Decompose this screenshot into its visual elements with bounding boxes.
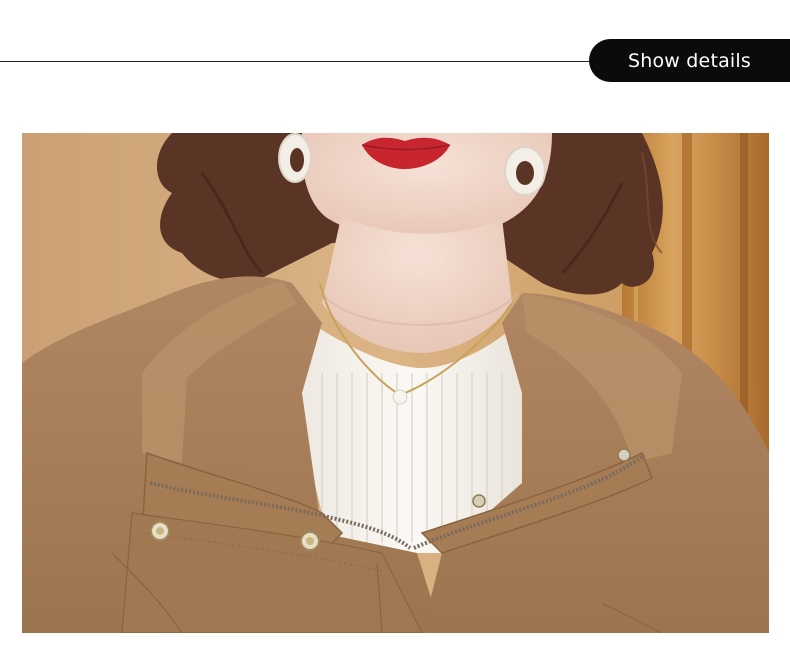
product-photo (22, 133, 769, 633)
product-photo-illustration (22, 133, 769, 633)
pearl-pendant (392, 389, 408, 405)
right-earring (504, 146, 546, 196)
show-details-button[interactable]: Show details (589, 39, 790, 82)
snap-button (472, 494, 486, 508)
left-earring (278, 133, 312, 183)
snap-button (150, 521, 170, 541)
snap-button (300, 531, 320, 551)
header-divider-line (0, 61, 595, 62)
snap-button (617, 448, 631, 462)
